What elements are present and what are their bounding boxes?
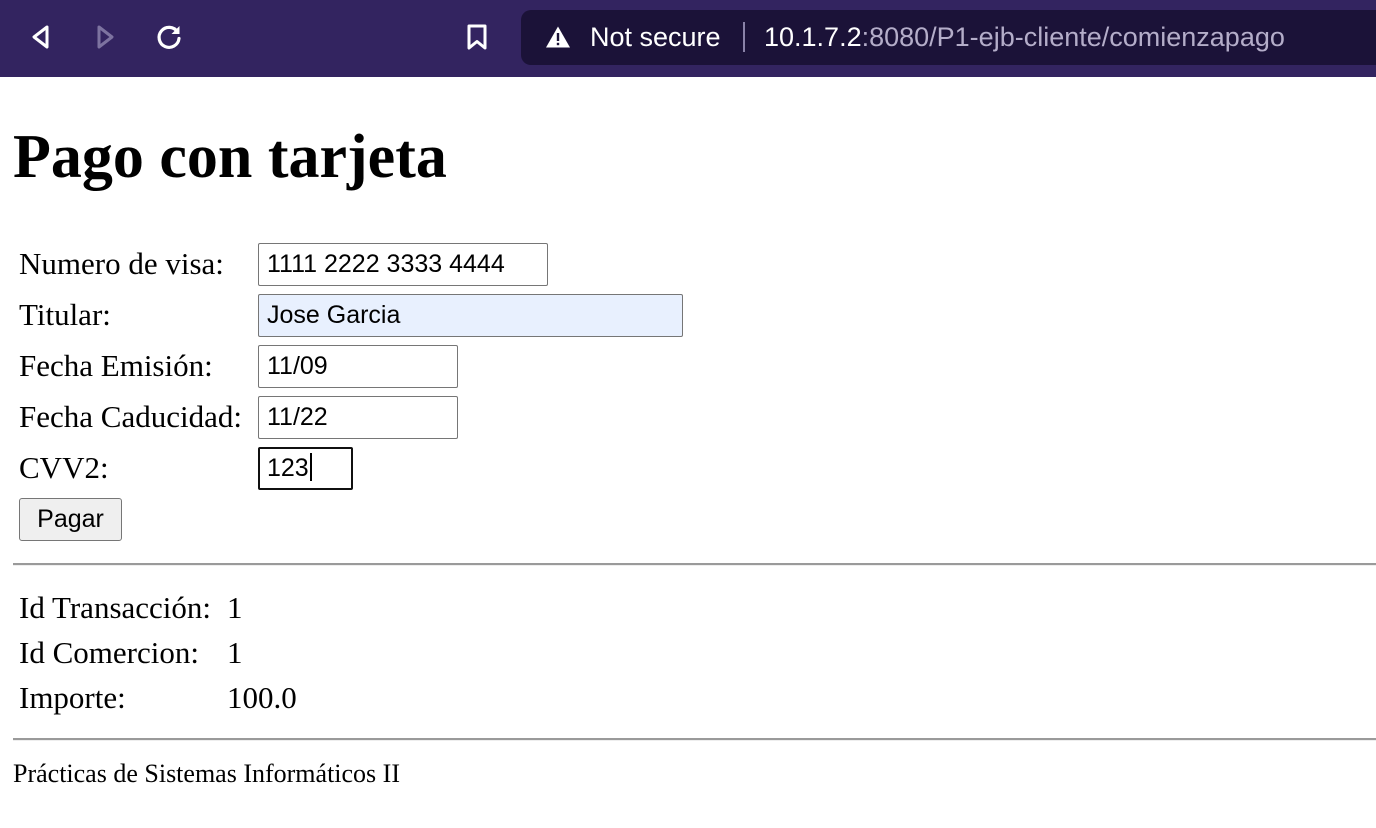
footer-text: Prácticas de Sistemas Informáticos II [13,759,400,788]
merchant-id-value: 1 [227,635,243,670]
forward-button[interactable] [82,14,128,60]
page-title: Pago con tarjeta [13,123,447,191]
expiry-date-label: Fecha Caducidad: [19,399,242,434]
url-host: 10.1.7.2 [764,22,862,52]
divider [13,563,1376,566]
url-text[interactable]: 10.1.7.2:8080/P1-ejb-cliente/comienzapag… [764,21,1285,53]
text-caret [309,453,312,481]
holder-input[interactable]: Jose Garcia [258,294,683,337]
issue-date-label: Fecha Emisión: [19,348,213,383]
reload-button[interactable] [146,14,192,60]
back-button[interactable] [18,14,64,60]
pay-button[interactable]: Pagar [19,498,122,541]
card-number-label: Numero de visa: [19,246,224,281]
amount-value: 100.0 [227,680,297,715]
amount-label: Importe: [19,680,126,715]
url-path: :8080/P1-ejb-cliente/comienzapago [861,22,1285,52]
security-status-label[interactable]: Not secure [590,21,721,53]
transaction-id-label: Id Transacción: [19,590,212,625]
address-bar[interactable]: Not secure 10.1.7.2:8080/P1-ejb-cliente/… [521,10,1376,65]
transaction-id-value: 1 [227,590,243,625]
holder-label: Titular: [19,297,111,332]
cvv-value: 123 [267,454,309,482]
bookmark-button[interactable] [454,14,500,60]
issue-date-input[interactable]: 11/09 [258,345,458,388]
expiry-date-input[interactable]: 11/22 [258,396,458,439]
cvv-input[interactable]: 123 [258,447,353,490]
card-number-input[interactable]: 1111 2222 3333 4444 [258,243,548,286]
reload-icon [155,23,183,51]
divider [13,738,1376,741]
browser-toolbar: Not secure 10.1.7.2:8080/P1-ejb-cliente/… [0,0,1376,77]
forward-arrow-icon [93,24,117,50]
bookmark-icon [466,23,488,51]
warning-triangle-icon[interactable] [545,25,571,54]
merchant-id-label: Id Comercion: [19,635,199,670]
url-divider [743,22,745,52]
back-arrow-icon [29,24,53,50]
cvv-label: CVV2: [19,450,109,485]
